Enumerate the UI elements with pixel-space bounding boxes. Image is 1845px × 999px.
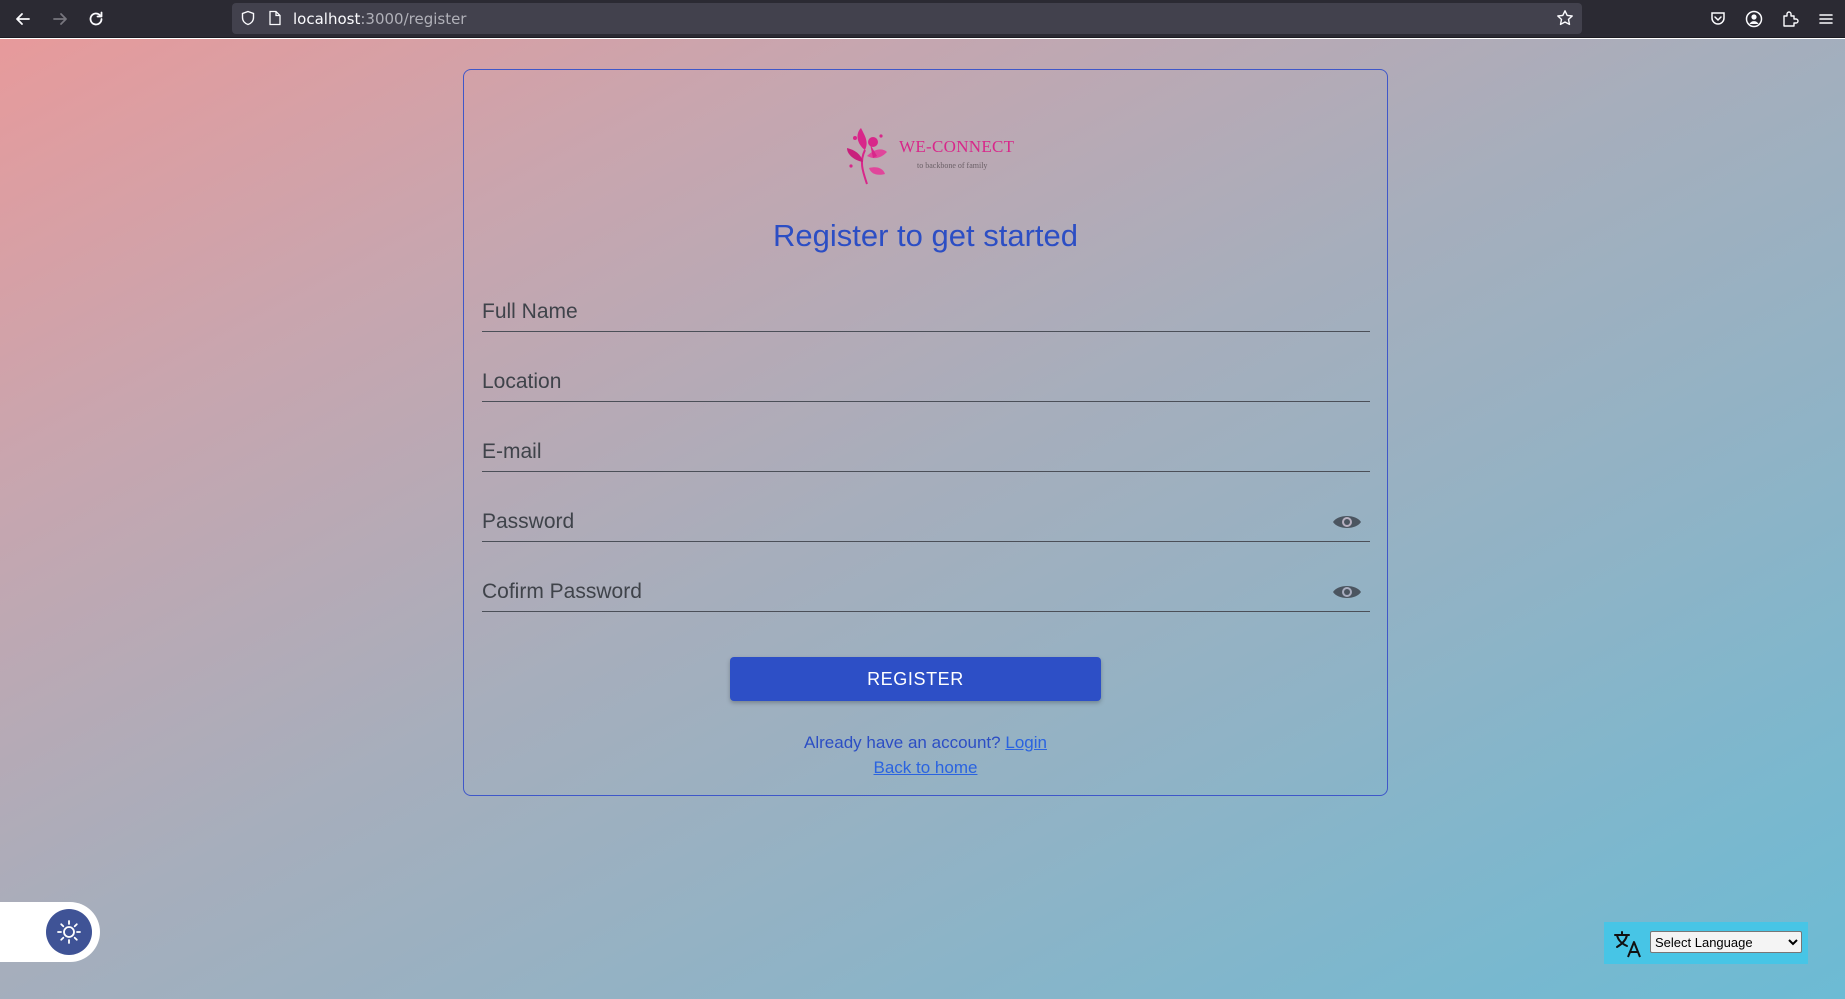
brand-logo: WE-CONNECT to backbone of family	[837, 122, 1027, 188]
back-to-home-link[interactable]: Back to home	[874, 758, 978, 777]
arrow-left-icon	[16, 13, 30, 25]
reload-icon	[89, 11, 103, 26]
email-input[interactable]	[482, 438, 1322, 466]
browser-toolbar: localhost:3000/register	[0, 0, 1845, 38]
sun-icon	[57, 920, 81, 944]
url-text[interactable]: localhost:3000/register	[293, 10, 466, 28]
back-button[interactable]	[10, 6, 36, 32]
menu-icon[interactable]	[1815, 8, 1837, 30]
address-bar[interactable]: localhost:3000/register	[232, 3, 1582, 34]
register-card: WE-CONNECT to backbone of family Registe…	[463, 69, 1388, 796]
language-select[interactable]: Select Language	[1650, 931, 1802, 953]
password-input[interactable]	[482, 508, 1322, 536]
password-field	[482, 502, 1370, 542]
confirm-password-field	[482, 572, 1370, 612]
eye-icon[interactable]	[1332, 582, 1362, 602]
location-field	[482, 362, 1370, 402]
translate-icon	[1614, 931, 1641, 958]
brand-tagline: to backbone of family	[917, 161, 988, 170]
login-prompt: Already have an account? Login	[464, 733, 1387, 753]
confirm-password-input[interactable]	[482, 578, 1322, 606]
pocket-icon[interactable]	[1707, 8, 1729, 30]
reload-button[interactable]	[83, 6, 109, 32]
back-home-row: Back to home	[464, 758, 1387, 778]
eye-icon[interactable]	[1332, 512, 1362, 532]
brand-name: WE-CONNECT	[899, 137, 1015, 156]
bookmark-star-icon[interactable]	[1556, 9, 1574, 27]
account-prompt-text: Already have an account?	[804, 733, 1001, 752]
email-field	[482, 432, 1370, 472]
page-background: WE-CONNECT to backbone of family Registe…	[0, 39, 1845, 999]
page-title: Register to get started	[773, 218, 1078, 253]
extensions-icon[interactable]	[1779, 8, 1801, 30]
full-name-field	[482, 292, 1370, 332]
forward-button[interactable]	[47, 6, 73, 32]
theme-toggle[interactable]	[0, 902, 100, 962]
account-icon[interactable]	[1743, 8, 1765, 30]
page-icon[interactable]	[268, 10, 282, 26]
url-path: :3000/register	[360, 10, 467, 28]
arrow-right-icon	[53, 13, 67, 25]
register-button[interactable]: REGISTER	[730, 657, 1101, 701]
location-input[interactable]	[482, 368, 1322, 396]
full-name-input[interactable]	[482, 298, 1322, 326]
shield-icon[interactable]	[240, 10, 256, 26]
url-host: localhost	[293, 10, 361, 28]
login-link[interactable]: Login	[1005, 733, 1047, 752]
theme-toggle-button[interactable]	[46, 909, 92, 955]
translate-widget: Select Language	[1604, 922, 1808, 964]
